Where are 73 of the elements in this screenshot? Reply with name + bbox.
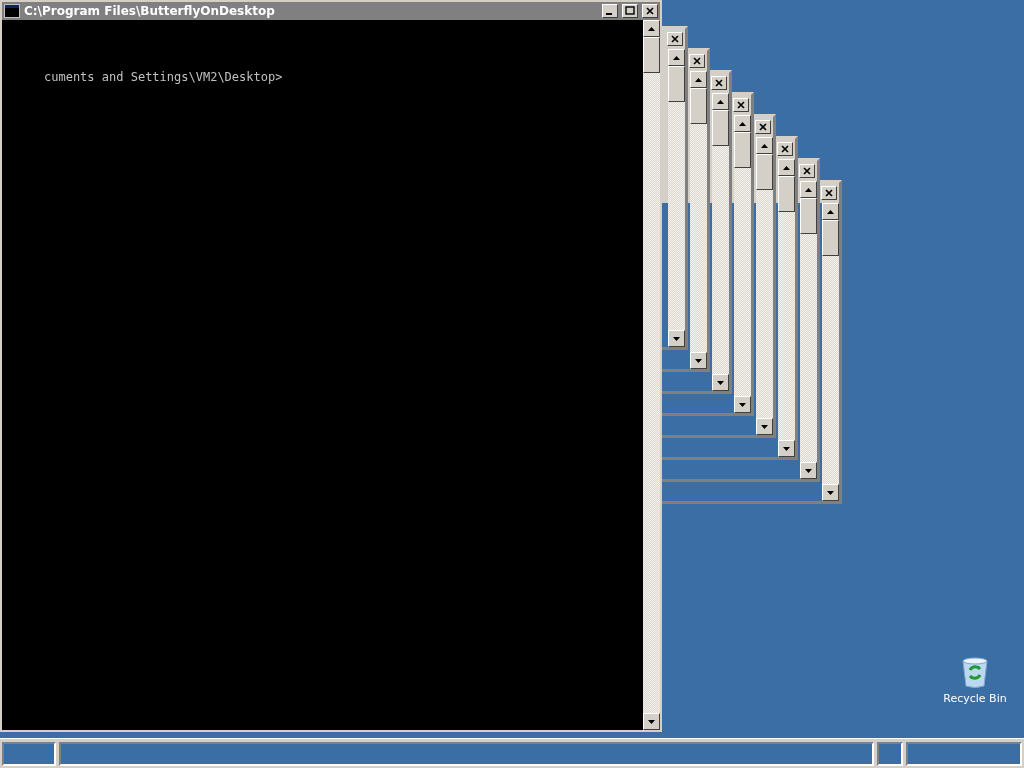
close-icon [780, 144, 790, 154]
down-arrow-icon [695, 358, 702, 363]
close-button[interactable] [821, 186, 837, 200]
close-icon [824, 188, 834, 198]
up-arrow-icon [761, 143, 768, 148]
scroll-up-button[interactable] [690, 71, 707, 88]
close-button[interactable] [799, 164, 815, 178]
recycle-bin-icon[interactable] [960, 656, 990, 688]
scroll-down-button[interactable] [756, 418, 773, 435]
scroll-up-button[interactable] [712, 93, 729, 110]
down-arrow-icon [673, 336, 680, 341]
close-icon [692, 56, 702, 66]
down-arrow-icon [805, 468, 812, 473]
scroll-up-button[interactable] [734, 115, 751, 132]
close-icon [736, 100, 746, 110]
minimize-button[interactable] [602, 4, 618, 18]
down-arrow-icon [717, 380, 724, 385]
up-arrow-icon [739, 121, 746, 126]
close-button[interactable] [711, 76, 727, 90]
up-arrow-icon [783, 165, 790, 170]
close-button[interactable] [667, 32, 683, 46]
scroll-thumb[interactable] [668, 66, 685, 102]
close-button[interactable] [733, 98, 749, 112]
scroll-thumb[interactable] [756, 154, 773, 190]
scroll-down-button[interactable] [712, 374, 729, 391]
close-icon [802, 166, 812, 176]
scroll-down-button[interactable] [778, 440, 795, 457]
down-arrow-icon [783, 446, 790, 451]
scroll-thumb[interactable] [643, 37, 660, 73]
scroll-thumb[interactable] [778, 176, 795, 212]
down-arrow-icon [648, 719, 655, 724]
scroll-down-button[interactable] [643, 713, 660, 730]
start-button[interactable] [2, 741, 56, 766]
scroll-up-button[interactable] [668, 49, 685, 66]
close-icon [758, 122, 768, 132]
scroll-thumb[interactable] [800, 198, 817, 234]
close-button[interactable] [777, 142, 793, 156]
up-arrow-icon [695, 77, 702, 82]
up-arrow-icon [805, 187, 812, 192]
scroll-up-button[interactable] [643, 20, 660, 37]
up-arrow-icon [673, 55, 680, 60]
up-arrow-icon [827, 209, 834, 214]
close-button[interactable] [689, 54, 705, 68]
close-button[interactable] [755, 120, 771, 134]
scroll-thumb[interactable] [690, 88, 707, 124]
scroll-down-button[interactable] [822, 484, 839, 501]
maximize-icon [625, 6, 635, 16]
scroll-up-button[interactable] [778, 159, 795, 176]
up-arrow-icon [648, 26, 655, 31]
scroll-down-button[interactable] [734, 396, 751, 413]
close-icon [714, 78, 724, 88]
scroll-up-button[interactable] [800, 181, 817, 198]
console-line: cuments and Settings\VM2\Desktop> [44, 70, 284, 84]
scroll-up-button[interactable] [822, 203, 839, 220]
window-title: C:\Program Files\ButterflyOnDesktop [24, 4, 276, 18]
minimize-icon [605, 13, 612, 15]
scroll-down-button[interactable] [800, 462, 817, 479]
down-arrow-icon [761, 424, 768, 429]
close-icon [645, 6, 655, 16]
down-arrow-icon [827, 490, 834, 495]
close-button[interactable] [642, 4, 658, 18]
down-arrow-icon [739, 402, 746, 407]
scroll-thumb[interactable] [734, 132, 751, 168]
maximize-button[interactable] [622, 4, 638, 18]
icon-label[interactable]: Recycle Bin [943, 692, 1007, 705]
close-icon [670, 34, 680, 44]
scroll-thumb[interactable] [822, 220, 839, 256]
scroll-up-button[interactable] [756, 137, 773, 154]
up-arrow-icon [717, 99, 724, 104]
scroll-down-button[interactable] [690, 352, 707, 369]
scroll-down-button[interactable] [668, 330, 685, 347]
scroll-thumb[interactable] [712, 110, 729, 146]
console-icon [4, 4, 20, 18]
